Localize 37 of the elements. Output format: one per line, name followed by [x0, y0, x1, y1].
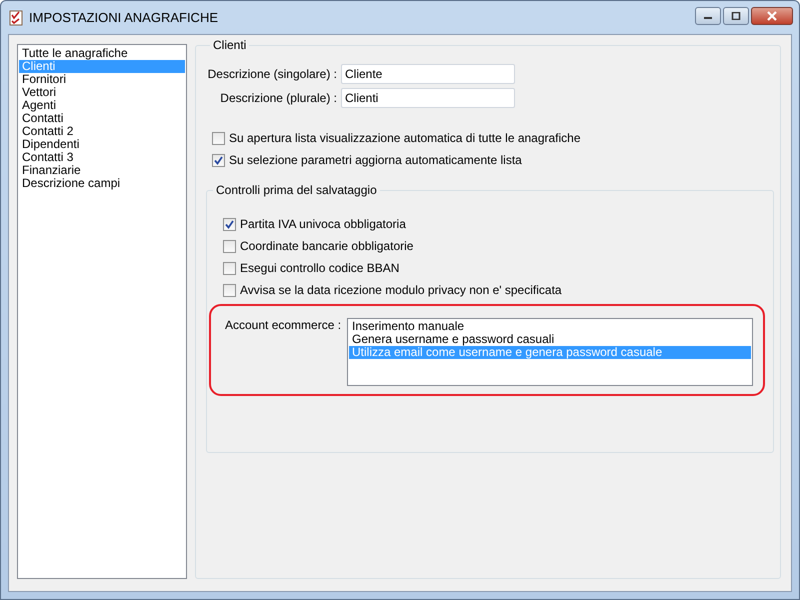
list-item[interactable]: Tutte le anagrafiche [19, 47, 185, 60]
maximize-button[interactable] [723, 7, 749, 25]
checkbox-label: Su selezione parametri aggiorna automaticamente lista [229, 153, 522, 167]
checkbox[interactable] [223, 240, 236, 252]
list-item[interactable]: Descrizione campi [19, 177, 185, 190]
close-button[interactable] [751, 7, 793, 25]
checkbox[interactable] [223, 218, 236, 230]
window-title: IMPOSTAZIONI ANAGRAFICHE [29, 10, 220, 25]
list-item[interactable]: Vettori [19, 86, 185, 99]
group-title: Controlli prima del salvataggio [215, 183, 378, 197]
checkbox-label: Partita IVA univoca obbligatoria [240, 217, 406, 231]
checkbox[interactable] [212, 154, 225, 166]
checkbox-label: Coordinate bancarie obbligatorie [240, 239, 414, 253]
group-title: Clienti [212, 38, 248, 52]
list-item[interactable]: Contatti [19, 112, 185, 125]
close-icon [766, 11, 778, 21]
list-item[interactable]: Fornitori [19, 73, 185, 86]
input-field[interactable]: Clienti [341, 88, 515, 108]
minimize-button[interactable] [695, 7, 721, 25]
list-item[interactable]: Agenti [19, 99, 185, 112]
list-item[interactable]: Genera username e password casuali [349, 333, 751, 346]
list-item[interactable]: Dipendenti [19, 138, 185, 151]
checkbox[interactable] [223, 284, 236, 296]
list-item[interactable]: Finanziarie [19, 164, 185, 177]
field-label: Descrizione (singolare) : [206, 67, 337, 81]
checkbox-label: Esegui controllo codice BBAN [240, 261, 400, 275]
list-item[interactable]: Contatti 3 [19, 151, 185, 164]
list-item[interactable]: Inserimento manuale [349, 320, 751, 333]
field-label: Descrizione (plurale) : [219, 91, 337, 105]
maximize-icon [731, 12, 741, 20]
input-field[interactable]: Cliente [341, 64, 515, 84]
checkbox-label: Su apertura lista visualizzazione automatica di tutte le anagrafiche [229, 131, 581, 145]
checklist-icon [9, 10, 23, 26]
checkbox[interactable] [212, 132, 225, 144]
checkbox-label: Avvisa se la data ricezione modulo privacy non e' specificata [240, 283, 562, 297]
list-item[interactable]: Contatti 2 [19, 125, 185, 138]
checkbox[interactable] [223, 262, 236, 274]
